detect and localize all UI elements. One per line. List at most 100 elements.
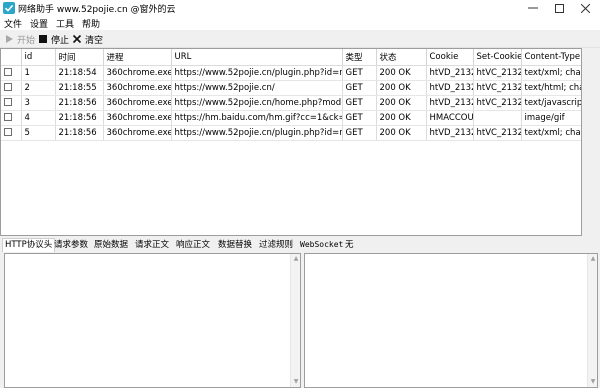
menu-file[interactable]: 文件 xyxy=(4,17,22,30)
col-header-set-cookie[interactable]: Set-Cookie xyxy=(473,49,522,66)
row-checkbox-cell[interactable] xyxy=(1,80,22,96)
col-header-id[interactable]: id xyxy=(21,49,56,66)
cell-cookie: HMACCOU xyxy=(426,110,474,126)
request-table: id 时间 进程 URL 类型 状态 Cookie Set-Cookie Con… xyxy=(0,48,582,236)
scroll-down-icon[interactable]: ▼ xyxy=(589,378,597,386)
menu-bar: 文件 设置 工具 帮助 xyxy=(0,16,600,30)
close-button[interactable] xyxy=(572,0,598,16)
cell-process: 360chrome.exe xyxy=(103,125,172,141)
cell-content-type: text/xml; char xyxy=(521,125,581,141)
cell-time: 21:18:55 xyxy=(55,80,104,96)
col-header-type[interactable]: 类型 xyxy=(342,49,377,66)
cell-process: 360chrome.exe xyxy=(103,80,172,96)
cell-type: GET xyxy=(342,110,377,126)
tab-request-params[interactable]: 请求参数 xyxy=(52,239,90,252)
stop-icon xyxy=(38,34,48,44)
tab-raw-data[interactable]: 原始数据 xyxy=(92,239,130,252)
cell-set-cookie: htVC_2132 xyxy=(473,65,522,81)
cell-time: 21:18:54 xyxy=(55,65,104,81)
tab-websocket[interactable]: WebSocket xyxy=(298,239,345,252)
row-checkbox-cell[interactable] xyxy=(1,125,22,141)
row-checkbox[interactable] xyxy=(4,68,12,76)
row-checkbox-cell[interactable] xyxy=(1,110,22,126)
cell-time: 21:18:56 xyxy=(55,125,104,141)
tab-response-body[interactable]: 响应正文 xyxy=(174,239,212,252)
clear-label: 清空 xyxy=(85,35,104,46)
cell-id: 5 xyxy=(21,125,56,141)
maximize-button[interactable] xyxy=(546,0,572,16)
menu-help[interactable]: 帮助 xyxy=(82,17,100,30)
cell-time: 21:18:56 xyxy=(55,110,104,126)
right-pane-scrollbar[interactable]: ▲ ▼ xyxy=(587,254,597,387)
cell-set-cookie: htVC_2132 xyxy=(473,80,522,96)
cell-time: 21:18:56 xyxy=(55,95,104,111)
cell-id: 3 xyxy=(21,95,56,111)
cell-status: 200 OK xyxy=(376,125,427,141)
col-header-cookie[interactable]: Cookie xyxy=(426,49,474,66)
cell-set-cookie xyxy=(473,110,522,126)
cell-process: 360chrome.exe xyxy=(103,65,172,81)
scroll-down-icon[interactable]: ▼ xyxy=(292,378,300,386)
response-detail-pane[interactable]: ▲ ▼ xyxy=(304,253,598,388)
minimize-button[interactable] xyxy=(520,0,546,16)
cell-type: GET xyxy=(342,80,377,96)
cell-cookie: htVD_2132 xyxy=(426,95,474,111)
cell-type: GET xyxy=(342,125,377,141)
clear-button[interactable]: 清空 xyxy=(72,33,104,46)
cell-process: 360chrome.exe xyxy=(103,110,172,126)
row-checkbox[interactable] xyxy=(4,113,12,121)
cell-type: GET xyxy=(342,65,377,81)
cell-process: 360chrome.exe xyxy=(103,95,172,111)
row-checkbox[interactable] xyxy=(4,83,12,91)
col-header-check xyxy=(1,49,22,66)
table-row[interactable]: 1 21:18:54 360chrome.exe https://www.52p… xyxy=(1,65,581,81)
cell-id: 2 xyxy=(21,80,56,96)
row-checkbox-cell[interactable] xyxy=(1,65,22,81)
start-button[interactable]: 开始 xyxy=(4,33,36,46)
table-row[interactable]: 5 21:18:56 360chrome.exe https://www.52p… xyxy=(1,125,581,141)
row-checkbox[interactable] xyxy=(4,128,12,136)
table-header-row: id 时间 进程 URL 类型 状态 Cookie Set-Cookie Con… xyxy=(1,49,581,66)
window-title: 网络助手 www.52pojie.cn @窗外的云 xyxy=(18,5,176,15)
tab-none[interactable]: 无 xyxy=(343,239,356,252)
cell-cookie: htVD_2132 xyxy=(426,125,474,141)
row-checkbox[interactable] xyxy=(4,98,12,106)
table-row[interactable]: 4 21:18:56 360chrome.exe https://hm.baid… xyxy=(1,110,581,126)
tab-request-body[interactable]: 请求正文 xyxy=(133,239,171,252)
cell-status: 200 OK xyxy=(376,95,427,111)
cell-status: 200 OK xyxy=(376,65,427,81)
cell-type: GET xyxy=(342,95,377,111)
stop-button[interactable]: 停止 xyxy=(38,33,70,46)
tab-data-replace[interactable]: 数据替换 xyxy=(216,239,254,252)
scroll-up-icon[interactable]: ▲ xyxy=(292,255,300,263)
tab-http-headers[interactable]: HTTP协议头 xyxy=(2,238,56,252)
col-header-url[interactable]: URL xyxy=(171,49,343,66)
table-row[interactable]: 2 21:18:55 360chrome.exe https://www.52p… xyxy=(1,80,581,96)
menu-settings[interactable]: 设置 xyxy=(30,17,48,30)
menu-tools[interactable]: 工具 xyxy=(56,17,74,30)
clear-x-icon xyxy=(72,34,82,44)
toolbar: 开始 停止 清空 xyxy=(0,30,600,48)
row-checkbox-cell[interactable] xyxy=(1,95,22,111)
table-row[interactable]: 3 21:18:56 360chrome.exe https://www.52p… xyxy=(1,95,581,111)
tab-filter-rules[interactable]: 过滤规则 xyxy=(257,239,295,252)
cell-set-cookie: htVC_2132 xyxy=(473,125,522,141)
detail-tab-strip: HTTP协议头 请求参数 原始数据 请求正文 响应正文 数据替换 过滤规则 We… xyxy=(0,238,600,252)
cell-cookie: htVD_2132 xyxy=(426,80,474,96)
col-header-time[interactable]: 时间 xyxy=(55,49,104,66)
col-header-process[interactable]: 进程 xyxy=(103,49,172,66)
start-label: 开始 xyxy=(17,35,36,46)
cell-url: https://www.52pojie.cn/home.php?mod=s xyxy=(171,95,343,111)
left-pane-scrollbar[interactable]: ▲ ▼ xyxy=(290,254,300,387)
scroll-up-icon[interactable]: ▲ xyxy=(589,255,597,263)
stop-label: 停止 xyxy=(51,35,70,46)
app-logo-icon xyxy=(3,2,15,14)
cell-url: https://www.52pojie.cn/plugin.php?id=not xyxy=(171,65,343,81)
col-header-content-type[interactable]: Content-Type xyxy=(521,49,581,66)
col-header-status[interactable]: 状态 xyxy=(376,49,427,66)
cell-content-type: text/html; cha xyxy=(521,80,581,96)
cell-content-type: text/xml; char xyxy=(521,65,581,81)
cell-url: https://www.52pojie.cn/ xyxy=(171,80,343,96)
cell-set-cookie: htVC_2132 xyxy=(473,95,522,111)
request-detail-pane[interactable]: ▲ ▼ xyxy=(4,253,301,388)
